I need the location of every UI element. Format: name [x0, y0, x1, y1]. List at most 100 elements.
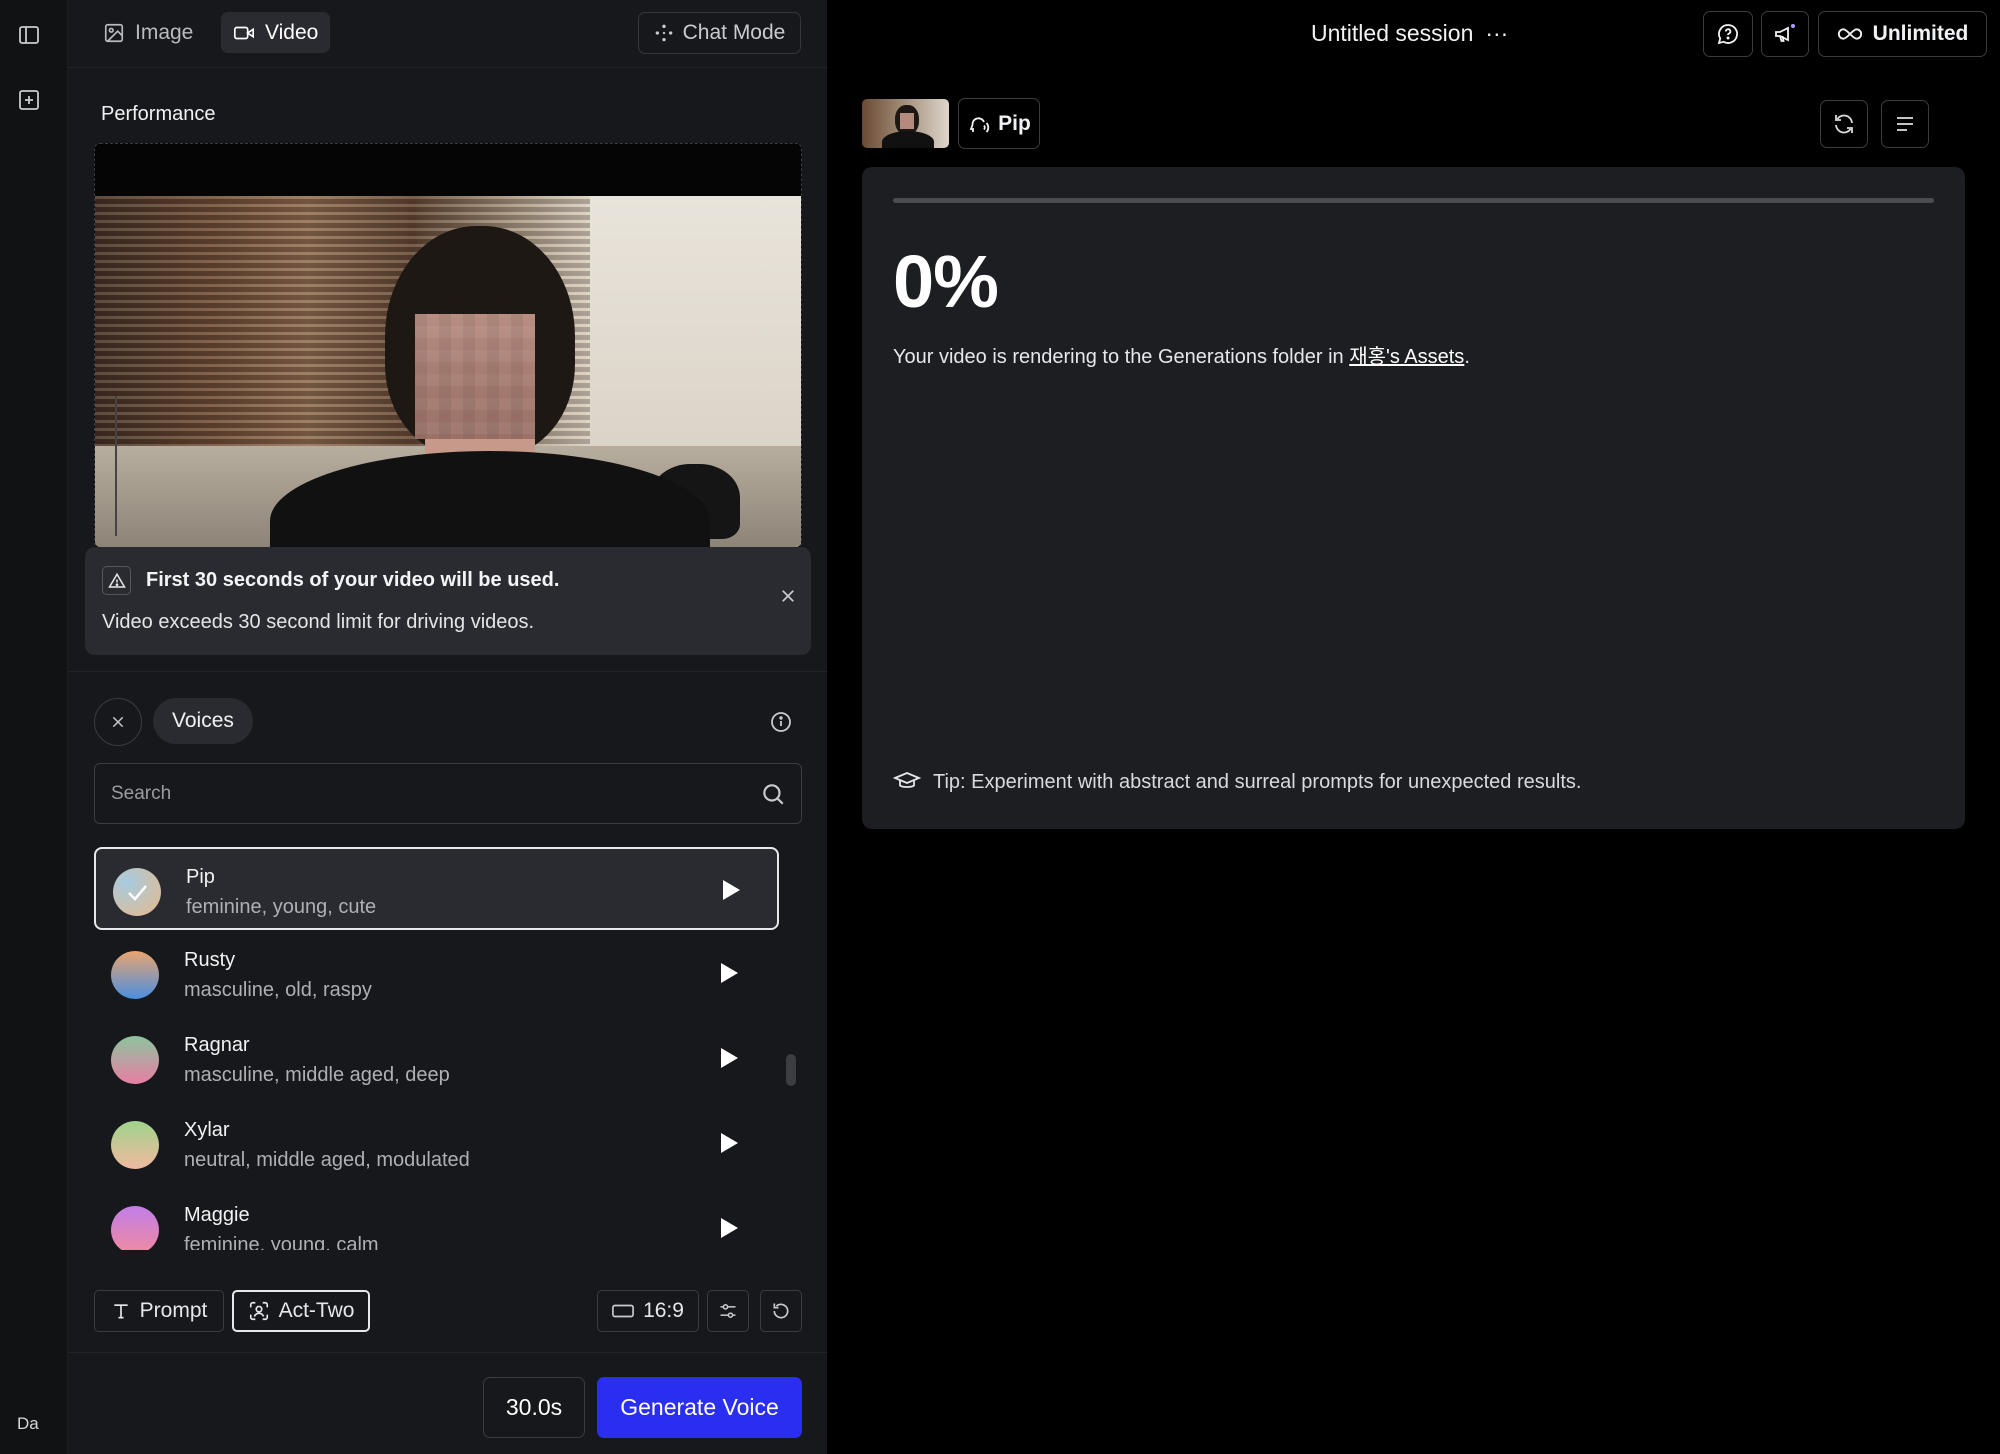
mode-tabs: Image Video Chat Mode: [68, 0, 827, 68]
render-message-suffix: .: [1464, 346, 1470, 368]
sparkle-dots-icon: [655, 24, 672, 42]
aspect-ratio-icon: [612, 1304, 634, 1318]
tool-bar: Prompt Act-Two 16:9: [68, 1290, 827, 1334]
play-icon[interactable]: [718, 961, 740, 985]
voice-name: Maggie: [184, 1204, 250, 1226]
voice-head-icon: [969, 116, 990, 133]
video-preview-image: [95, 196, 801, 547]
reset-button[interactable]: [760, 1290, 802, 1332]
prompt-button[interactable]: Prompt: [94, 1290, 224, 1332]
video-camera-icon: [234, 26, 254, 39]
megaphone-icon: [1775, 24, 1795, 42]
output-area: Untitled session ··· Unlimited Pip 0% Yo…: [827, 0, 2000, 1454]
voices-chip[interactable]: Voices: [153, 698, 253, 744]
progress-percent: 0%: [893, 240, 999, 323]
assets-link[interactable]: 재홍's Assets: [1349, 346, 1464, 368]
voice-item-rusty[interactable]: Rusty masculine, old, raspy: [94, 932, 779, 1015]
prompt-label: Prompt: [139, 1299, 208, 1322]
warning-body: Video exceeds 30 second limit for drivin…: [102, 611, 535, 633]
progress-bar: [893, 198, 1934, 203]
voice-item-pip[interactable]: Pip feminine, young, cute: [94, 847, 779, 930]
tip-text: Tip: Experiment with abstract and surrea…: [933, 770, 1582, 793]
search-icon[interactable]: [760, 781, 786, 807]
render-message-text: Your video is rendering to the Generatio…: [893, 346, 1350, 368]
menu-lines-icon: [1897, 117, 1913, 131]
new-session-icon[interactable]: [14, 85, 44, 115]
more-options-icon[interactable]: ···: [1485, 20, 1508, 47]
tab-image-label: Image: [135, 20, 194, 44]
warning-title: First 30 seconds of your video will be u…: [146, 569, 560, 591]
chat-mode-button[interactable]: Chat Mode: [638, 12, 801, 54]
user-initials[interactable]: Da: [17, 1414, 39, 1434]
refresh-icon: [1835, 114, 1853, 134]
voice-avatar: [113, 868, 161, 916]
info-icon[interactable]: [768, 709, 794, 735]
reset-icon: [773, 1303, 789, 1319]
search-input[interactable]: [111, 764, 731, 823]
session-title[interactable]: Untitled session ···: [1311, 20, 1508, 47]
plan-button[interactable]: Unlimited: [1818, 11, 1987, 57]
generate-voice-button[interactable]: Generate Voice: [597, 1377, 802, 1438]
chat-mode-label: Chat Mode: [682, 21, 786, 44]
chat-question-icon: [1717, 24, 1738, 45]
graduation-cap-icon: [893, 772, 921, 788]
play-icon[interactable]: [718, 1131, 740, 1155]
voice-avatar: [111, 1121, 159, 1169]
voice-description: masculine, old, raspy: [184, 979, 372, 1001]
duration-warning: First 30 seconds of your video will be u…: [85, 547, 811, 655]
voice-description: masculine, middle aged, deep: [184, 1064, 450, 1086]
tab-video[interactable]: Video: [221, 12, 331, 53]
duration-button[interactable]: 30.0s: [483, 1377, 585, 1438]
clear-voices-button[interactable]: [94, 698, 142, 746]
text-icon: [113, 1304, 128, 1319]
check-icon: [128, 885, 147, 901]
refresh-button[interactable]: [1820, 100, 1868, 148]
tab-image[interactable]: Image: [91, 12, 205, 53]
selected-voice-chip[interactable]: Pip: [958, 98, 1040, 149]
play-icon[interactable]: [718, 1216, 740, 1240]
selected-voice-label: Pip: [998, 111, 1031, 135]
performance-title: Performance: [101, 103, 216, 125]
infinity-icon: [1837, 28, 1862, 40]
voice-name: Rusty: [184, 949, 236, 971]
render-progress-card: 0% Your video is rendering to the Genera…: [862, 167, 1965, 829]
voice-item-xylar[interactable]: Xylar neutral, middle aged, modulated: [94, 1102, 779, 1185]
close-icon: [112, 716, 124, 728]
tab-video-label: Video: [265, 20, 319, 44]
play-icon[interactable]: [718, 1046, 740, 1070]
sliders-icon: [720, 1304, 736, 1318]
act-two-label: Act-Two: [278, 1299, 355, 1322]
face-scan-icon: [249, 1301, 268, 1321]
app-rail: Da: [0, 0, 68, 1454]
toggle-sidebar-icon[interactable]: [14, 20, 44, 50]
voice-item-ragnar[interactable]: Ragnar masculine, middle aged, deep: [94, 1017, 779, 1100]
session-title-text: Untitled session: [1311, 20, 1474, 46]
blurred-face: [415, 314, 535, 439]
performance-video[interactable]: [94, 143, 802, 548]
voice-description: feminine, young, calm: [184, 1234, 379, 1250]
warning-icon: [102, 566, 131, 595]
play-icon[interactable]: [720, 878, 742, 902]
voice-description: neutral, middle aged, modulated: [184, 1149, 470, 1171]
voice-list-scrollbar[interactable]: [786, 1054, 796, 1086]
voice-search: [94, 763, 802, 824]
render-message: Your video is rendering to the Generatio…: [893, 340, 1470, 369]
close-icon[interactable]: [776, 584, 800, 608]
generation-panel: Image Video Chat Mode Performance First …: [68, 0, 827, 1454]
voice-avatar: [111, 1036, 159, 1084]
announcements-button[interactable]: [1761, 11, 1809, 57]
source-thumbnail[interactable]: [862, 99, 949, 148]
feedback-button[interactable]: [1703, 11, 1753, 57]
voice-name: Xylar: [184, 1119, 230, 1141]
aspect-ratio-button[interactable]: 16:9: [597, 1290, 699, 1332]
tip: Tip: Experiment with abstract and surrea…: [893, 770, 1581, 794]
voice-list: Pip feminine, young, cute Rusty masculin…: [94, 845, 794, 1250]
menu-button[interactable]: [1881, 100, 1929, 148]
voice-item-maggie[interactable]: Maggie feminine, young, calm: [94, 1187, 779, 1250]
voice-avatar: [111, 1206, 159, 1250]
plan-label: Unlimited: [1872, 22, 1969, 45]
voice-name: Pip: [186, 866, 215, 888]
aspect-ratio-label: 16:9: [643, 1299, 684, 1322]
settings-button[interactable]: [707, 1290, 749, 1332]
act-two-button[interactable]: Act-Two: [232, 1290, 370, 1332]
